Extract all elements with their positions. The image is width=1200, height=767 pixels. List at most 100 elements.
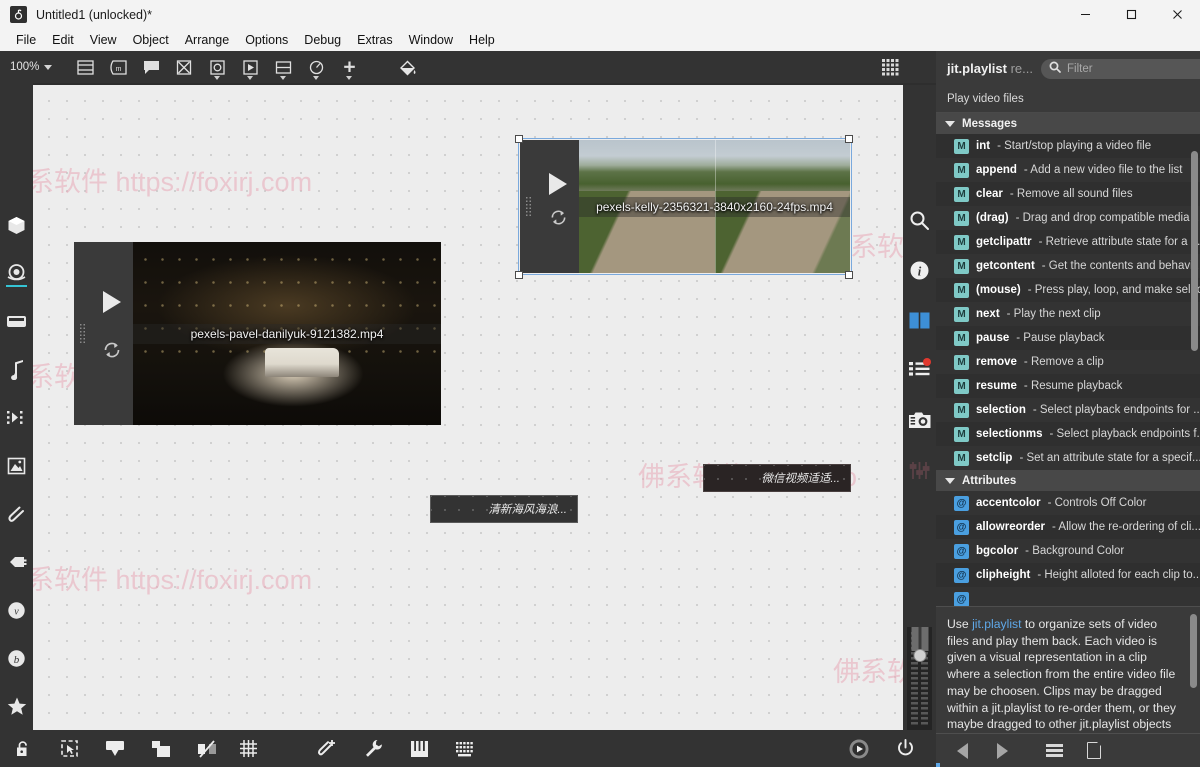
button-object-button[interactable] <box>235 54 265 80</box>
play-icon[interactable] <box>549 173 567 195</box>
patchcord-toggle-button[interactable] <box>184 730 230 767</box>
selection-handle-tl[interactable] <box>515 135 523 143</box>
panel-object-button[interactable] <box>70 54 100 80</box>
loop-icon[interactable] <box>549 208 568 231</box>
sidebar-item-plugins[interactable] <box>0 538 33 586</box>
menu-file[interactable]: File <box>8 31 44 49</box>
menu-extras[interactable]: Extras <box>349 31 400 49</box>
video-clip-night[interactable]: pexels-pavel-danilyuk-9121382.mp4 <box>74 242 441 425</box>
menu-help[interactable]: Help <box>461 31 503 49</box>
reference-filter-field[interactable] <box>1041 59 1200 79</box>
reference-forward-button[interactable] <box>985 737 1019 765</box>
meter-knob[interactable] <box>913 649 926 662</box>
selection-handle-bl[interactable] <box>515 271 523 279</box>
patcher-canvas[interactable]: 佛系软件 https://foxirj.com 佛系软件 https://fox… <box>33 85 903 730</box>
slider-object-button[interactable] <box>268 54 298 80</box>
filter-input[interactable] <box>1067 63 1200 75</box>
play-icon[interactable] <box>103 291 121 313</box>
object-link[interactable]: jit.playlist <box>972 617 1021 631</box>
sidebar-item-attachments[interactable] <box>0 490 33 538</box>
list-item[interactable]: @allowreorder - Allow the re-ordering of… <box>936 515 1200 539</box>
sidebar-item-interface[interactable] <box>0 297 33 345</box>
paint-bucket-button[interactable] <box>392 54 422 80</box>
grouping-button[interactable] <box>138 730 184 767</box>
reference-menu-button[interactable] <box>1037 737 1071 765</box>
loop-icon[interactable] <box>102 340 122 364</box>
list-item[interactable]: Mappend - Add a new video file to the li… <box>936 158 1200 182</box>
list-item[interactable]: Mremove - Remove a clip <box>936 350 1200 374</box>
reference-new-doc-button[interactable] <box>1077 737 1111 765</box>
maximize-button[interactable] <box>1108 0 1154 29</box>
group-header-messages[interactable]: Messages <box>936 113 1200 134</box>
add-comment-button[interactable] <box>92 730 138 767</box>
list-item[interactable]: Mint - Start/stop playing a video file <box>936 134 1200 158</box>
menu-window[interactable]: Window <box>401 31 461 49</box>
grid-icon[interactable] <box>876 54 906 80</box>
sidebar-item-favorites[interactable] <box>0 683 33 731</box>
search-button[interactable] <box>903 195 936 245</box>
inspector-button[interactable] <box>903 295 936 345</box>
close-button[interactable] <box>1154 0 1200 29</box>
grid-snap-button[interactable] <box>230 730 266 767</box>
selection-handle-br[interactable] <box>845 271 853 279</box>
sidebar-item-vizzie[interactable]: v <box>0 587 33 635</box>
menu-debug[interactable]: Debug <box>296 31 349 49</box>
gauge-object-button[interactable] <box>301 54 331 80</box>
list-item[interactable]: @ <box>936 587 1200 606</box>
sidebar-item-video[interactable] <box>0 249 33 297</box>
audio-power-button[interactable] <box>882 730 928 767</box>
lock-toggle-button[interactable] <box>0 730 46 767</box>
console-button[interactable] <box>903 345 936 395</box>
add-object-button[interactable] <box>334 54 364 80</box>
comment-object-button[interactable] <box>136 54 166 80</box>
sidebar-item-packages[interactable] <box>0 201 33 249</box>
list-item[interactable]: Mclear - Remove all sound files <box>936 182 1200 206</box>
menu-object[interactable]: Object <box>125 31 177 49</box>
list-item[interactable]: Mgetcontent - Get the contents and behav… <box>936 254 1200 278</box>
list-item[interactable]: M(mouse) - Press play, loop, and make se… <box>936 278 1200 302</box>
transport-play-button[interactable] <box>836 730 882 767</box>
video-clip-river[interactable]: pexels-kelly-2356321-3840x2160-24fps.mp4 <box>520 140 850 273</box>
list-item[interactable]: Mresume - Resume playback <box>936 374 1200 398</box>
reference-list-scrollbar[interactable] <box>1191 151 1198 351</box>
message-object-button[interactable]: m <box>103 54 133 80</box>
list-item[interactable]: @bgcolor - Background Color <box>936 539 1200 563</box>
list-item[interactable]: @accentcolor - Controls Off Color <box>936 491 1200 515</box>
menu-arrange[interactable]: Arrange <box>177 31 237 49</box>
list-item[interactable]: Mpause - Pause playback <box>936 326 1200 350</box>
list-item[interactable]: Mselectionms - Select playback endpoints… <box>936 422 1200 446</box>
menu-view[interactable]: View <box>82 31 125 49</box>
clip-drag-handle[interactable] <box>520 140 537 273</box>
attach-assets-button[interactable] <box>304 730 350 767</box>
list-item[interactable]: Mselection - Select playback endpoints f… <box>936 398 1200 422</box>
menu-options[interactable]: Options <box>237 31 296 49</box>
selection-handle-tr[interactable] <box>845 135 853 143</box>
list-item[interactable]: Mgetclipattr - Retrieve attribute state … <box>936 230 1200 254</box>
sidebar-item-audio[interactable] <box>0 346 33 394</box>
computer-keyboard-button[interactable] <box>442 730 488 767</box>
message-box-sea-breeze[interactable]: 清新海风海浪... <box>430 495 578 523</box>
message-box-wechat-video[interactable]: 微信视频适适... <box>703 464 851 492</box>
sidebar-item-sequencing[interactable] <box>0 394 33 442</box>
audio-level-meter[interactable] <box>907 627 932 730</box>
sidebar-item-images[interactable] <box>0 442 33 490</box>
list-item[interactable]: Msetclip - Set an attribute state for a … <box>936 446 1200 470</box>
clip-drag-handle[interactable] <box>74 242 91 425</box>
presentation-mode-button[interactable] <box>46 730 92 767</box>
description-scrollbar[interactable] <box>1190 614 1197 688</box>
snapshot-button[interactable] <box>903 395 936 445</box>
keyboard-instrument-button[interactable] <box>396 730 442 767</box>
sidebar-item-beap[interactable]: b <box>0 635 33 683</box>
group-header-attributes[interactable]: Attributes <box>936 470 1200 491</box>
list-item[interactable]: M(drag) - Drag and drop compatible media… <box>936 206 1200 230</box>
reference-back-button[interactable] <box>945 737 979 765</box>
list-item[interactable]: @clipheight - Height alloted for each cl… <box>936 563 1200 587</box>
tools-button[interactable] <box>350 730 396 767</box>
reference-list[interactable]: Messages Mint - Start/stop playing a vid… <box>936 112 1200 606</box>
minimize-button[interactable] <box>1062 0 1108 29</box>
mixer-button[interactable] <box>903 445 936 495</box>
dial-object-button[interactable] <box>202 54 232 80</box>
zoom-level-selector[interactable]: 100% <box>10 61 52 73</box>
ui-object-button[interactable] <box>169 54 199 80</box>
menu-edit[interactable]: Edit <box>44 31 82 49</box>
